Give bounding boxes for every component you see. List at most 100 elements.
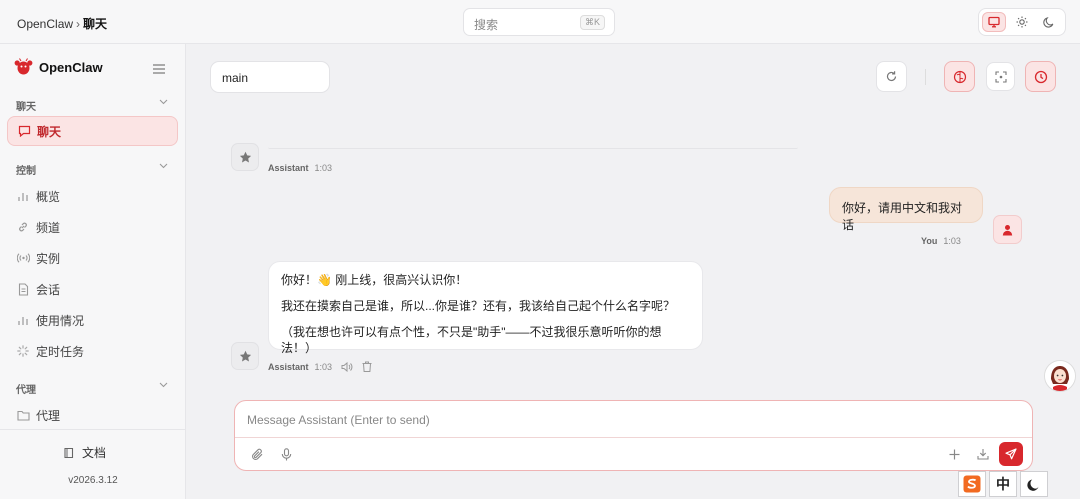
sidebar-item-label: 会话 [36,282,61,297]
plus-icon [949,449,959,459]
breadcrumb-root[interactable]: OpenClaw [17,17,73,31]
history-button[interactable] [1025,61,1056,92]
section-title-control[interactable]: 控制 [16,162,36,177]
message-meta: You 1:03 [921,236,961,246]
theme-dark-button[interactable] [1037,12,1061,32]
brain-icon [953,70,966,83]
focus-mode-button[interactable] [986,62,1015,91]
sidebar-item-agents[interactable]: 代理 [7,400,178,430]
broadcast-icon [16,253,30,263]
chevron-down-icon[interactable] [159,99,168,105]
sun-icon [1016,16,1028,28]
sidebar-item-label: 频道 [36,220,61,235]
book-icon [64,447,74,458]
assistant-avatar [231,143,259,171]
theme-light-button[interactable] [1010,12,1034,32]
message-time: 1:03 [314,163,333,173]
link-icon [19,222,27,232]
sidebar-item-chat[interactable]: 聊天 [7,116,178,146]
brand-name: OpenClaw [39,59,103,75]
refresh-icon [886,71,897,82]
ime-punctuation-toggle[interactable] [1020,471,1048,497]
sidebar-item-label: 使用情况 [36,313,85,328]
breadcrumb: OpenClaw › 聊天 [17,15,107,32]
sidebar-item-label: 概览 [36,189,61,204]
composer-placeholder[interactable]: Message Assistant (Enter to send) [247,413,430,427]
sidebar: OpenClaw 聊天 聊天 控制 概览 频道 实例 会话 使用情况 定时任务 … [0,44,186,499]
thinking-toggle-button[interactable] [944,61,975,92]
chat-bubble-icon [18,125,30,137]
brand[interactable]: OpenClaw [14,58,103,76]
sidebar-item-label: 定时任务 [36,344,85,359]
monitor-icon [988,16,1000,28]
docs-label: 文档 [82,446,107,460]
focus-icon [994,70,1007,83]
sogou-logo-icon [963,475,981,493]
sidebar-item-usage[interactable]: 使用情况 [7,305,178,335]
folder-icon [16,410,30,421]
chevron-down-icon[interactable] [159,382,168,388]
bar-chart-icon [18,193,28,201]
ime-language-toggle[interactable]: 中 [989,471,1017,497]
composer-divider [235,437,1032,438]
sidebar-item-label: 实例 [36,251,61,266]
send-button[interactable] [999,442,1023,466]
message-author: You [921,236,938,246]
message-meta: Assistant 1:03 [268,361,372,372]
session-selector[interactable]: main [210,61,330,93]
theme-system-button[interactable] [982,12,1006,32]
user-icon [1002,224,1013,235]
star-icon [239,151,251,162]
search-shortcut-badge: ⌘K [579,15,605,30]
message-author: Assistant [268,163,309,173]
delete-button[interactable] [362,361,372,372]
speak-button[interactable] [341,361,353,372]
sidebar-item-sessions[interactable]: 会话 [7,274,178,304]
message-paragraph: 你好！👋 刚上线，很高兴认识你！ [281,273,468,287]
clock-icon [1034,70,1047,83]
add-button[interactable] [945,445,963,463]
user-message-bubble: 你好，请用中文和我对话 [829,187,983,232]
search-box[interactable]: 搜索 ⌘K [463,8,615,36]
girl-avatar-icon [1045,361,1075,391]
star-icon [239,350,251,361]
sidebar-footer: 文档 v2026.3.12 [0,429,186,499]
lobster-logo-icon [14,58,33,75]
download-icon [977,449,989,460]
section-title-chat[interactable]: 聊天 [16,98,36,113]
moon-icon [1043,17,1054,28]
breadcrumb-current: 聊天 [83,17,108,31]
section-title-agent[interactable]: 代理 [16,381,36,396]
refresh-button[interactable] [876,61,907,92]
message-paragraph: 我还在摸索自己是谁，所以...你是谁？还有，我该给自己起个什么名字呢？ [281,299,676,313]
assistant-avatar [231,342,259,370]
message-time: 1:03 [943,236,961,246]
bar-chart-icon [18,317,28,325]
attach-button[interactable] [248,445,266,463]
sidebar-item-label: 聊天 [37,124,62,139]
floating-assistant-avatar[interactable] [1044,360,1076,392]
assistant-message-bubble: 你好！👋 刚上线，很高兴认识你！ 我还在摸索自己是谁，所以...你是谁？还有，我… [268,261,703,355]
ime-toolbar: 中 [958,471,1052,497]
voice-input-button[interactable] [277,445,295,463]
ime-logo-button[interactable] [958,471,986,497]
sidebar-item-overview[interactable]: 概览 [7,181,178,211]
half-moon-icon [1027,479,1039,491]
menu-icon [153,64,165,74]
search-placeholder: 搜索 [474,18,499,32]
message-paragraph: （我在想也许可以有点个性，不只是"助手"——不过我很乐意听听你的想法！） [281,325,662,355]
sidebar-item-instances[interactable]: 实例 [7,243,178,273]
sidebar-toggle-button[interactable] [153,61,165,79]
export-button[interactable] [974,445,992,463]
message-composer[interactable]: Message Assistant (Enter to send) [234,400,1033,471]
sidebar-item-channels[interactable]: 频道 [7,212,178,242]
chevron-down-icon[interactable] [159,163,168,169]
docs-link[interactable]: 文档 [63,444,106,461]
message-author: Assistant [268,361,309,372]
document-icon [18,282,28,296]
theme-switch [978,8,1066,36]
loader-icon [17,345,29,357]
sidebar-item-cron[interactable]: 定时任务 [7,336,178,366]
top-bar: OpenClaw › 聊天 搜索 ⌘K [0,0,1080,44]
send-icon [1005,448,1017,460]
